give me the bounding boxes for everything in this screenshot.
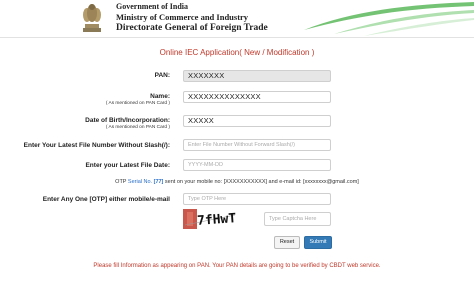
otp-prefix: OTP <box>115 179 128 185</box>
site-header: Government of India Ministry of Commerce… <box>0 0 474 38</box>
otp-destination-text: sent on your mobile no: [XXXXXXXXXXX] an… <box>163 179 359 185</box>
file-date-label: Enter your Latest File Date: <box>85 162 170 169</box>
otp-serial-number: [77] <box>153 179 164 185</box>
captcha-text: 7fHwTj <box>197 211 237 229</box>
file-date-input[interactable]: YYYY-MM-DD <box>183 159 331 171</box>
otp-label: Enter Any One [OTP] either mobile/e-mail <box>42 196 170 203</box>
captcha-input[interactable]: Type Captcha Here <box>264 212 331 226</box>
captcha-image: 7fHwTj <box>183 209 237 229</box>
dob-label: Date of Birth/Incorporation: <box>85 117 170 124</box>
file-number-label: Enter Your Latest File Number Without Sl… <box>23 142 170 149</box>
reset-button[interactable]: Reset <box>274 236 300 249</box>
name-sublabel: ( As mentioned on PAN Card ) <box>105 101 170 106</box>
file-number-input[interactable]: Enter File Number Without Forward Slash(… <box>183 139 331 151</box>
header-divider <box>0 37 474 38</box>
otp-input[interactable]: Type OTP Here <box>183 193 331 205</box>
pan-verification-note: Please fill Information as appearing on … <box>93 263 381 269</box>
ministry-text-block: Government of India Ministry of Commerce… <box>116 2 268 33</box>
name-label: Name: <box>150 93 170 100</box>
gov-line1: Government of India <box>116 2 188 11</box>
pan-field: XXXXXXX <box>183 70 331 82</box>
ministry-line: Ministry of Commerce and Industry <box>116 12 249 22</box>
form-title: Online IEC Application( New / Modificati… <box>159 48 315 57</box>
dgft-line: Directorate General of Foreign Trade <box>116 23 268 33</box>
dob-sublabel: ( As mentioned on PAN Card ) <box>105 125 170 130</box>
otp-info-text: OTP Serial No. [77] sent on your mobile … <box>0 179 474 185</box>
dob-field[interactable]: XXXXX <box>183 115 331 127</box>
national-emblem-icon <box>83 4 101 32</box>
header-swoosh-decoration <box>304 2 474 36</box>
name-field[interactable]: XXXXXXXXXXXXXX <box>183 91 331 103</box>
otp-serial-label: Serial No. <box>127 179 153 185</box>
submit-button[interactable]: Submit <box>304 236 332 249</box>
pan-label: PAN: <box>154 72 170 79</box>
